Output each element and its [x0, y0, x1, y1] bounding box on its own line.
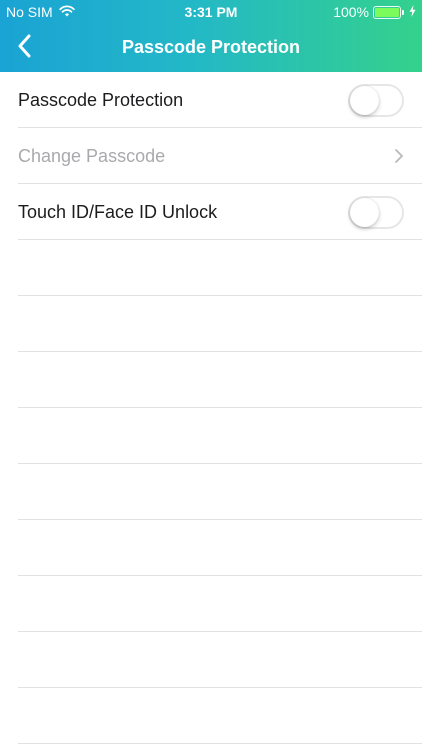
battery-tip	[402, 9, 404, 15]
status-right: 100%	[333, 4, 416, 20]
touch-id-face-id-label: Touch ID/Face ID Unlock	[18, 202, 218, 222]
empty-row	[18, 296, 422, 352]
status-bar: No SIM 3:31 PM 100%	[0, 0, 422, 24]
nav-bar: Passcode Protection	[0, 24, 422, 72]
empty-row	[18, 464, 422, 520]
battery-percent: 100%	[333, 4, 369, 20]
passcode-protection-row: Passcode Protection	[18, 72, 422, 128]
change-passcode-label: Change Passcode	[18, 146, 166, 166]
toggle-knob	[350, 198, 379, 227]
header: No SIM 3:31 PM 100% Passcode Protection	[0, 0, 422, 72]
empty-row	[18, 240, 422, 296]
passcode-protection-toggle[interactable]	[348, 84, 404, 117]
touch-id-face-id-toggle[interactable]	[348, 196, 404, 229]
battery-fill	[375, 7, 399, 17]
empty-row	[18, 520, 422, 576]
empty-row	[18, 352, 422, 408]
passcode-protection-label: Passcode Protection	[18, 90, 184, 110]
empty-row	[18, 576, 422, 632]
page-title: Passcode Protection	[121, 37, 301, 57]
empty-row	[18, 688, 422, 744]
empty-row	[18, 632, 422, 688]
chevron-right-icon	[394, 148, 404, 164]
touch-id-face-id-row: Touch ID/Face ID Unlock	[18, 184, 422, 240]
battery-icon	[373, 5, 404, 19]
toggle-knob	[350, 86, 379, 115]
screen: No SIM 3:31 PM 100% Passcode Protection …	[0, 0, 422, 750]
empty-row	[18, 408, 422, 464]
settings-list: Passcode Protection Change Passcode Touc…	[0, 72, 422, 744]
charging-bolt-icon	[409, 4, 416, 20]
change-passcode-row[interactable]: Change Passcode	[18, 128, 422, 184]
